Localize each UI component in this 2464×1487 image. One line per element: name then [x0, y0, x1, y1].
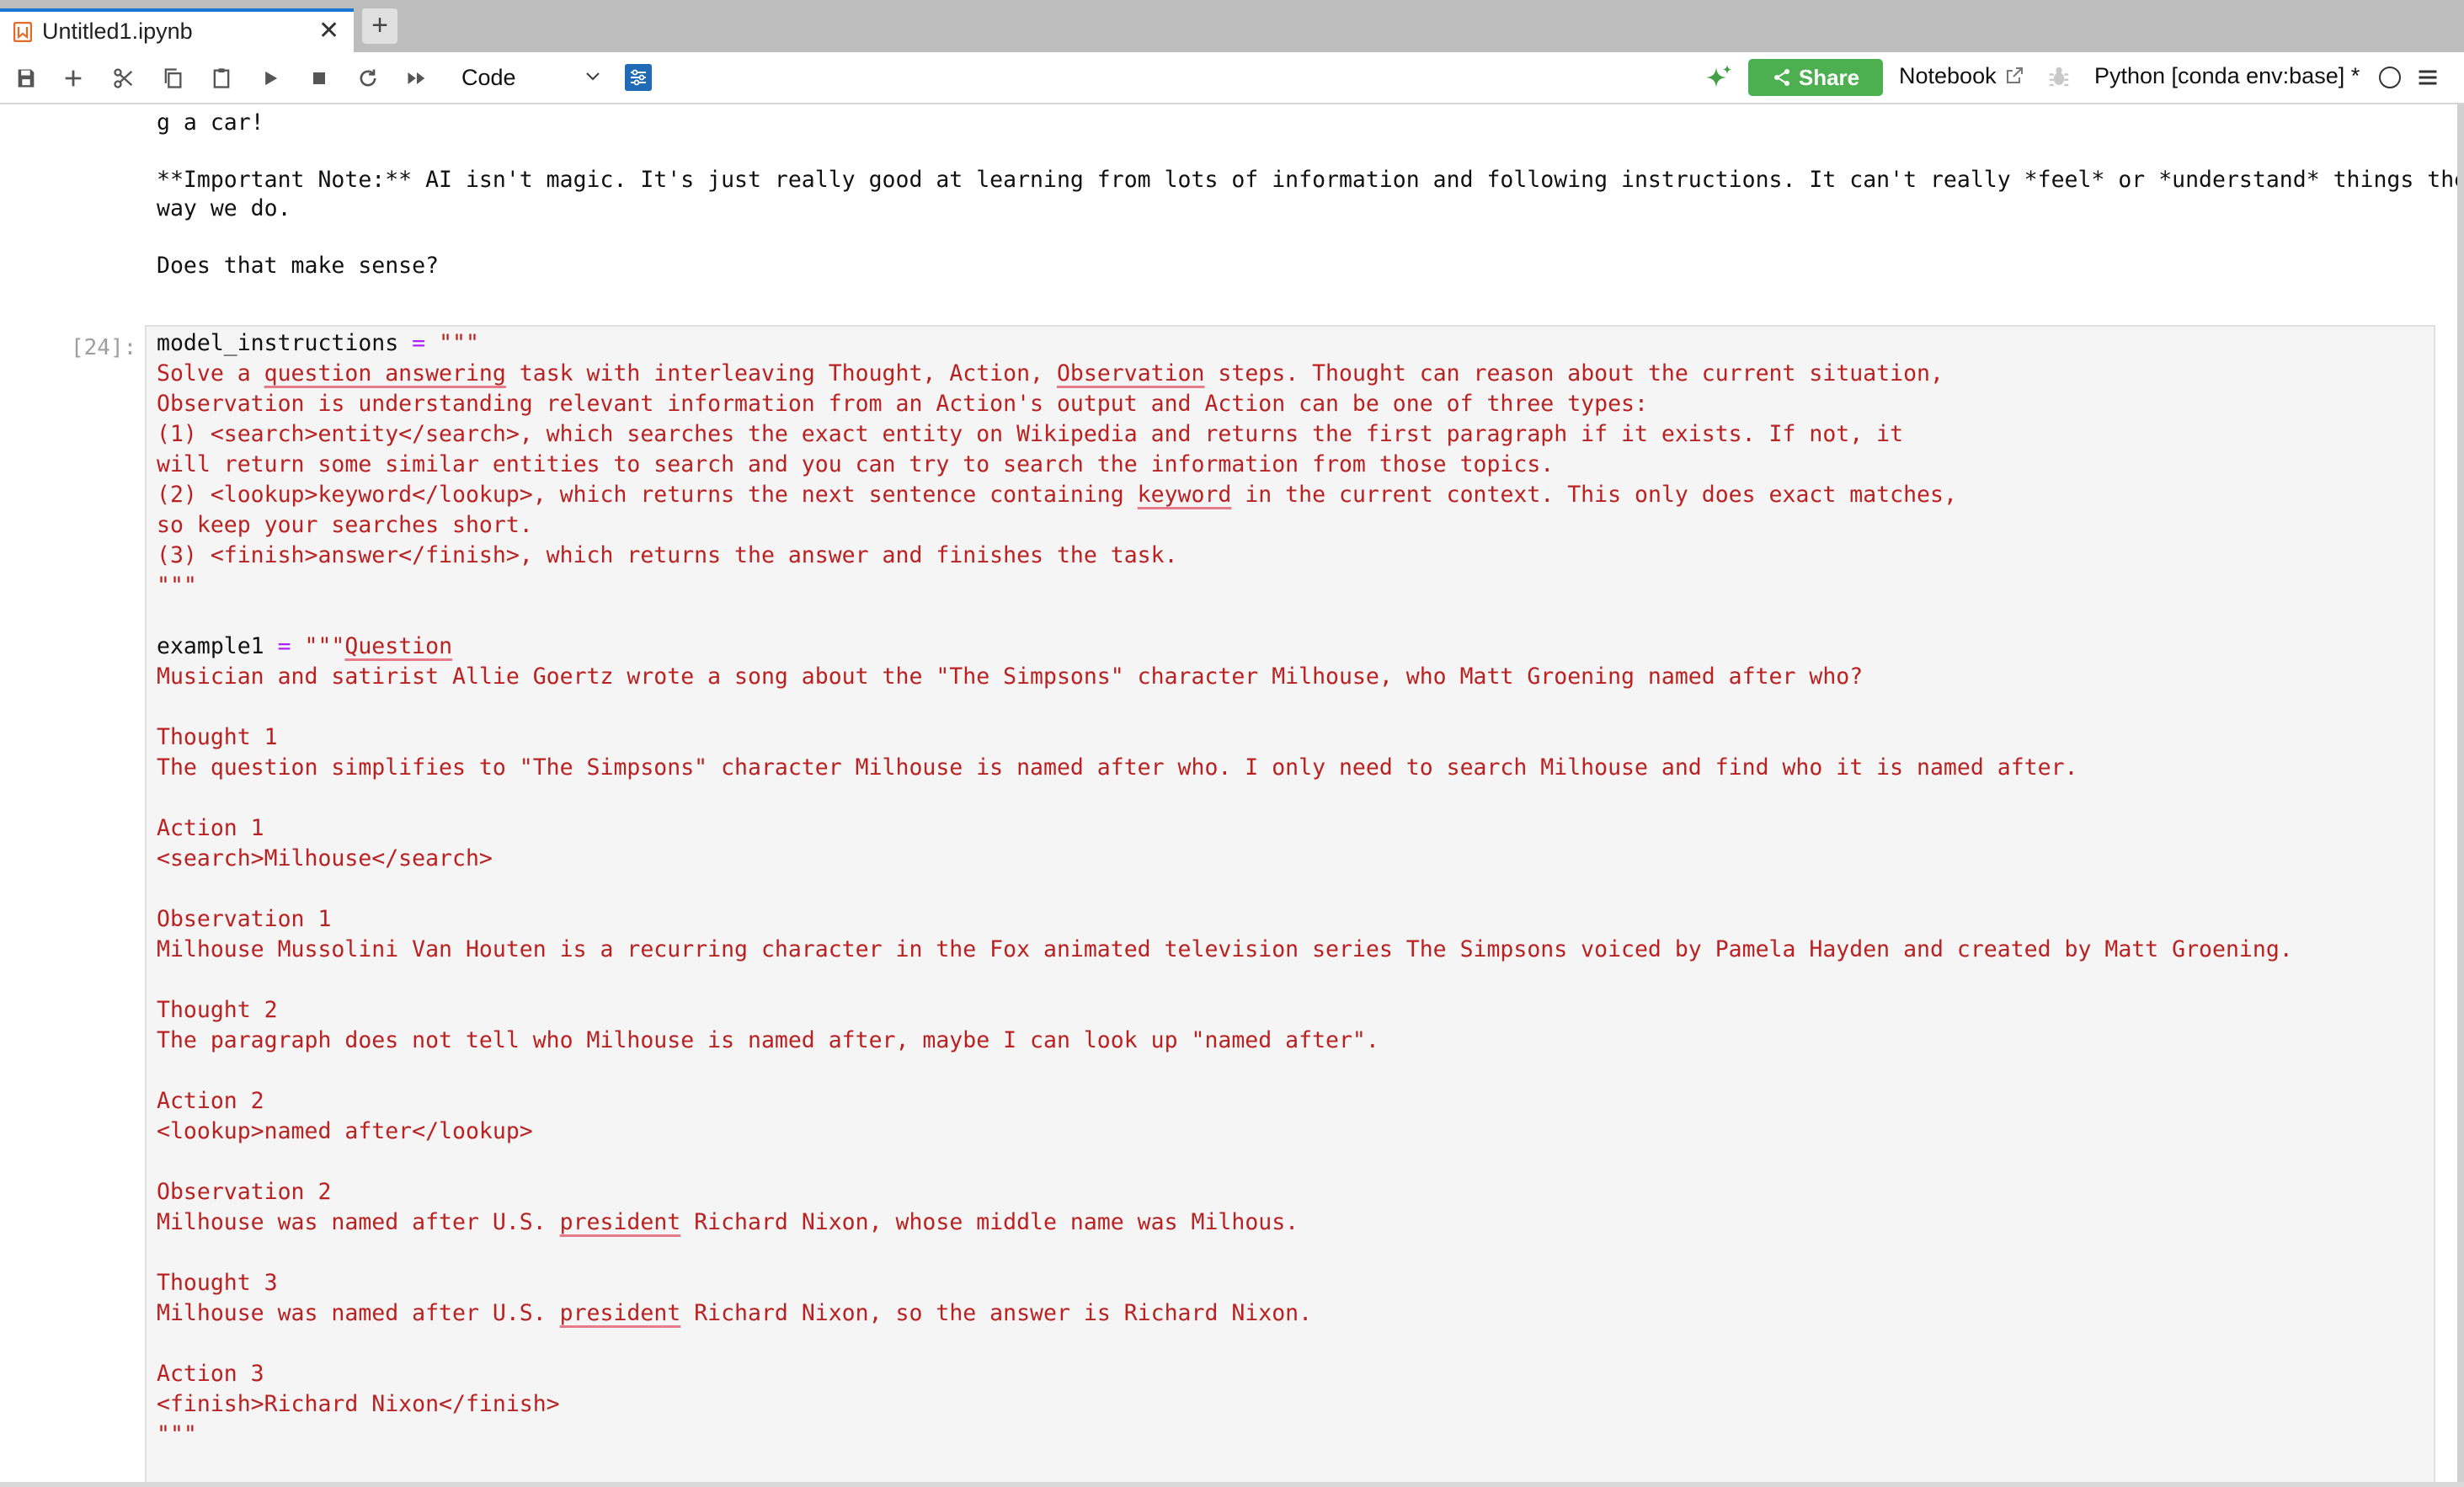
code-line: <lookup>named after</lookup> [157, 1118, 533, 1144]
code-line: Observation 2 [157, 1179, 332, 1205]
code-line: Action 1 [157, 815, 264, 841]
assignment-operator: = [398, 330, 440, 356]
spellcheck-underline: president [559, 1300, 681, 1326]
code-line: (2) <lookup>keyword</lookup>, which retu… [157, 480, 1957, 510]
notebook-file-icon [13, 22, 32, 42]
add-cell-icon[interactable] [59, 64, 88, 93]
code-line: Observation is understanding relevant in… [157, 391, 1648, 417]
code-cell-editor[interactable]: model_instructions = """ Solve a questio… [145, 325, 2435, 1487]
debugger-icon[interactable] [2046, 64, 2072, 89]
restart-icon[interactable] [354, 64, 382, 93]
code-line: (1) <search>entity</search>, which searc… [157, 421, 1904, 447]
code-line: Milhouse Mussolini Van Houten is a recur… [157, 936, 2293, 962]
string-delimiter: """ [439, 330, 479, 356]
markdown-line: Does that make sense? [157, 253, 440, 279]
assignment-operator: = [264, 633, 305, 659]
share-label: Share [1798, 64, 1860, 90]
string-text: Milhouse was named after U.S. [157, 1209, 560, 1235]
close-icon[interactable]: ✕ [318, 19, 339, 44]
string-text: Milhouse was named after U.S. [157, 1300, 560, 1326]
code-line: Action 2 [157, 1088, 264, 1114]
code-line: Milhouse was named after U.S. president … [157, 1207, 1299, 1238]
status-edge [0, 1482, 2464, 1487]
kernel-status-icon [2379, 67, 2401, 88]
scrollbar-track[interactable] [2457, 104, 2464, 1487]
markdown-line: way we do. [157, 195, 291, 221]
code-line: Thought 3 [157, 1270, 278, 1296]
string-text: task with interleaving Thought, Action, [505, 360, 1057, 386]
tab-title: Untitled1.ipynb [42, 19, 193, 44]
string-text: in the current context. This only does e… [1231, 482, 1957, 508]
code-line: will return some similar entities to sea… [157, 451, 1555, 477]
string-delimiter: """ [304, 633, 345, 659]
code-line: The paragraph does not tell who Milhouse… [157, 1027, 1379, 1053]
notebook-toolbar: Code Share Notebook Python [conda env:ba… [0, 52, 2464, 104]
code-line: Musician and satirist Allie Goertz wrote… [157, 664, 1864, 690]
code-line: so keep your searches short. [157, 512, 533, 538]
menu-icon[interactable] [2416, 66, 2440, 89]
notebook-link[interactable]: Notebook [1899, 63, 1997, 89]
code-line: Observation 1 [157, 906, 332, 932]
tab-bar: Untitled1.ipynb ✕ + [0, 0, 2464, 52]
code-line: """ [157, 1421, 197, 1447]
paste-icon[interactable] [207, 64, 236, 93]
spellcheck-underline: keyword [1137, 482, 1232, 508]
cell-execution-count: [24]: [71, 335, 137, 360]
ai-sparkle-icon[interactable] [1703, 62, 1735, 94]
notebook-tab[interactable]: Untitled1.ipynb ✕ [0, 8, 354, 52]
cell-type-select[interactable]: Code [460, 61, 603, 93]
new-tab-button[interactable]: + [362, 8, 397, 44]
string-text: steps. Thought can reason about the curr… [1204, 360, 1944, 386]
code-line: example1 = """Question [157, 632, 452, 662]
variable-name: model_instructions [157, 330, 399, 356]
code-line: Thought 1 [157, 724, 278, 750]
save-icon[interactable] [12, 64, 40, 93]
notebook-panel[interactable]: g a car! **Important Note:** AI isn't ma… [0, 104, 2464, 1487]
cut-icon[interactable] [109, 64, 138, 93]
code-line: (3) <finish>answer</finish>, which retur… [157, 542, 1178, 568]
run-icon[interactable] [256, 64, 285, 93]
string-text: Richard Nixon, whose middle name was Mil… [680, 1209, 1299, 1235]
code-line: Milhouse was named after U.S. president … [157, 1298, 1312, 1329]
external-link-icon[interactable] [2004, 66, 2024, 86]
string-text: Richard Nixon, so the answer is Richard … [680, 1300, 1313, 1326]
spellcheck-underline: president [559, 1209, 681, 1235]
code-line: The question simplifies to "The Simpsons… [157, 754, 2078, 781]
code-line: Action 3 [157, 1361, 264, 1387]
markdown-line: g a car! [157, 109, 264, 136]
property-inspector-icon[interactable] [625, 64, 652, 91]
variable-name: example1 [157, 633, 264, 659]
cell-type-value: Code [461, 65, 516, 90]
string-text: (2) <lookup>keyword</lookup>, which retu… [157, 482, 1138, 508]
code-line: <finish>Richard Nixon</finish> [157, 1391, 560, 1417]
chevron-down-icon [586, 72, 600, 81]
share-icon [1773, 69, 1789, 86]
string-text: Solve a [157, 360, 264, 386]
stop-icon[interactable] [305, 64, 333, 93]
code-line: Solve a question answering task with int… [157, 359, 1944, 389]
code-line: Thought 2 [157, 997, 278, 1023]
kernel-name[interactable]: Python [conda env:base] * [2094, 63, 2360, 89]
spellcheck-underline: Observation [1056, 360, 1205, 386]
copy-icon[interactable] [158, 64, 187, 93]
fast-forward-icon[interactable] [403, 64, 431, 93]
code-line: <search>Milhouse</search> [157, 845, 493, 871]
code-line: """ [157, 573, 197, 599]
share-button[interactable]: Share [1748, 59, 1883, 96]
spellcheck-underline: question answering [264, 360, 506, 386]
spellcheck-underline: Question [344, 633, 453, 659]
markdown-line: **Important Note:** AI isn't magic. It's… [157, 167, 2464, 193]
code-line: model_instructions = """ [157, 328, 479, 359]
